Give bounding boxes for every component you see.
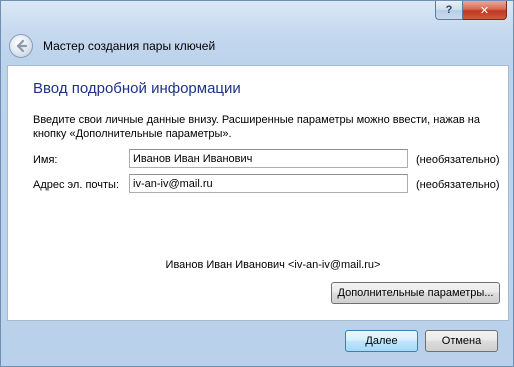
back-button[interactable] (9, 34, 33, 58)
email-optional-note: (необязательно) (416, 179, 500, 191)
help-button[interactable]: ? (435, 1, 463, 20)
close-button[interactable]: ✕ (463, 1, 507, 20)
wizard-header: Мастер создания пары ключей (7, 29, 507, 63)
close-icon: ✕ (479, 4, 490, 17)
advanced-settings-button[interactable]: Дополнительные параметры... (331, 282, 500, 304)
help-icon: ? (445, 4, 453, 16)
name-optional-note: (необязательно) (416, 154, 500, 166)
intro-text: Введите свои личные данные внизу. Расшир… (33, 114, 480, 140)
wizard-title: Мастер создания пары ключей (43, 39, 216, 53)
wizard-content-panel: Ввод подробной информации Введите свои л… (7, 65, 509, 321)
name-input[interactable] (129, 149, 408, 168)
identity-summary: Иванов Иван Иванович <iv-an-iv@mail.ru> (165, 259, 381, 271)
wizard-window: ? ✕ Мастер создания пары ключей Ввод под… (0, 0, 514, 367)
next-button[interactable]: Далее (345, 330, 418, 352)
cancel-button[interactable]: Отмена (425, 330, 498, 352)
email-label: Адрес эл. почты: (33, 179, 120, 191)
email-input[interactable] (129, 174, 408, 193)
page-heading: Ввод подробной информации (33, 80, 241, 97)
back-arrow-icon (16, 39, 28, 53)
window-controls: ? ✕ (435, 1, 507, 21)
name-label: Имя: (33, 154, 58, 166)
